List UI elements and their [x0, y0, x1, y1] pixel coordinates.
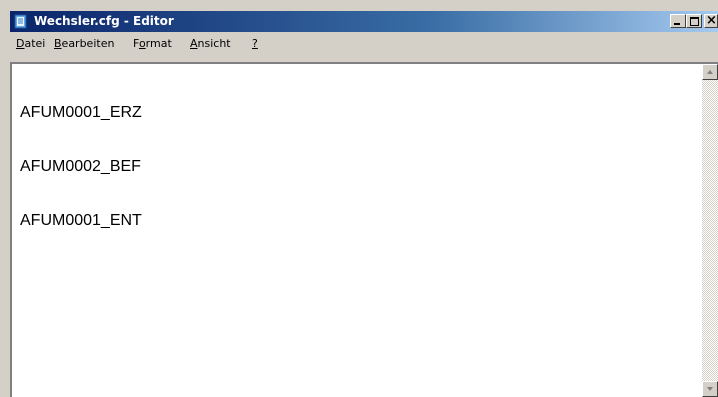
menu-ansicht[interactable]: Ansicht: [190, 37, 231, 50]
menu-bar: Datei Bearbeiten Format Ansicht ?: [10, 32, 718, 54]
arrow-up-icon: [707, 70, 713, 74]
close-button[interactable]: ×: [704, 13, 718, 28]
editor-line: AFUM0002_BEF: [20, 158, 141, 175]
notepad-window: Wechsler.cfg - Editor × Datei Bearbeiten…: [0, 0, 718, 397]
scroll-down-button[interactable]: [702, 381, 718, 397]
close-icon: ×: [706, 13, 717, 28]
title-bar[interactable]: Wechsler.cfg - Editor ×: [10, 11, 718, 32]
menu-help[interactable]: ?: [252, 37, 258, 50]
scroll-up-button[interactable]: [702, 64, 718, 80]
minimize-button[interactable]: [670, 14, 686, 28]
editor-line: AFUM0001_ERZ: [20, 104, 142, 121]
maximize-icon: [690, 17, 699, 26]
menu-bearbeiten[interactable]: Bearbeiten: [54, 37, 114, 50]
menu-format[interactable]: Format: [133, 37, 172, 50]
minimize-icon: [674, 23, 680, 25]
notepad-icon[interactable]: [13, 14, 28, 29]
vertical-scrollbar[interactable]: [702, 64, 718, 397]
window-title: Wechsler.cfg - Editor: [34, 14, 174, 28]
menu-datei[interactable]: Datei: [16, 37, 45, 50]
text-editor-area[interactable]: AFUM0001_ERZ AFUM0002_BEF AFUM0001_ENT: [10, 62, 718, 397]
editor-line: AFUM0001_ENT: [20, 212, 142, 229]
arrow-down-icon: [707, 387, 713, 391]
maximize-button[interactable]: [686, 14, 702, 28]
editor-content[interactable]: AFUM0001_ERZ AFUM0002_BEF AFUM0001_ENT: [20, 68, 142, 266]
